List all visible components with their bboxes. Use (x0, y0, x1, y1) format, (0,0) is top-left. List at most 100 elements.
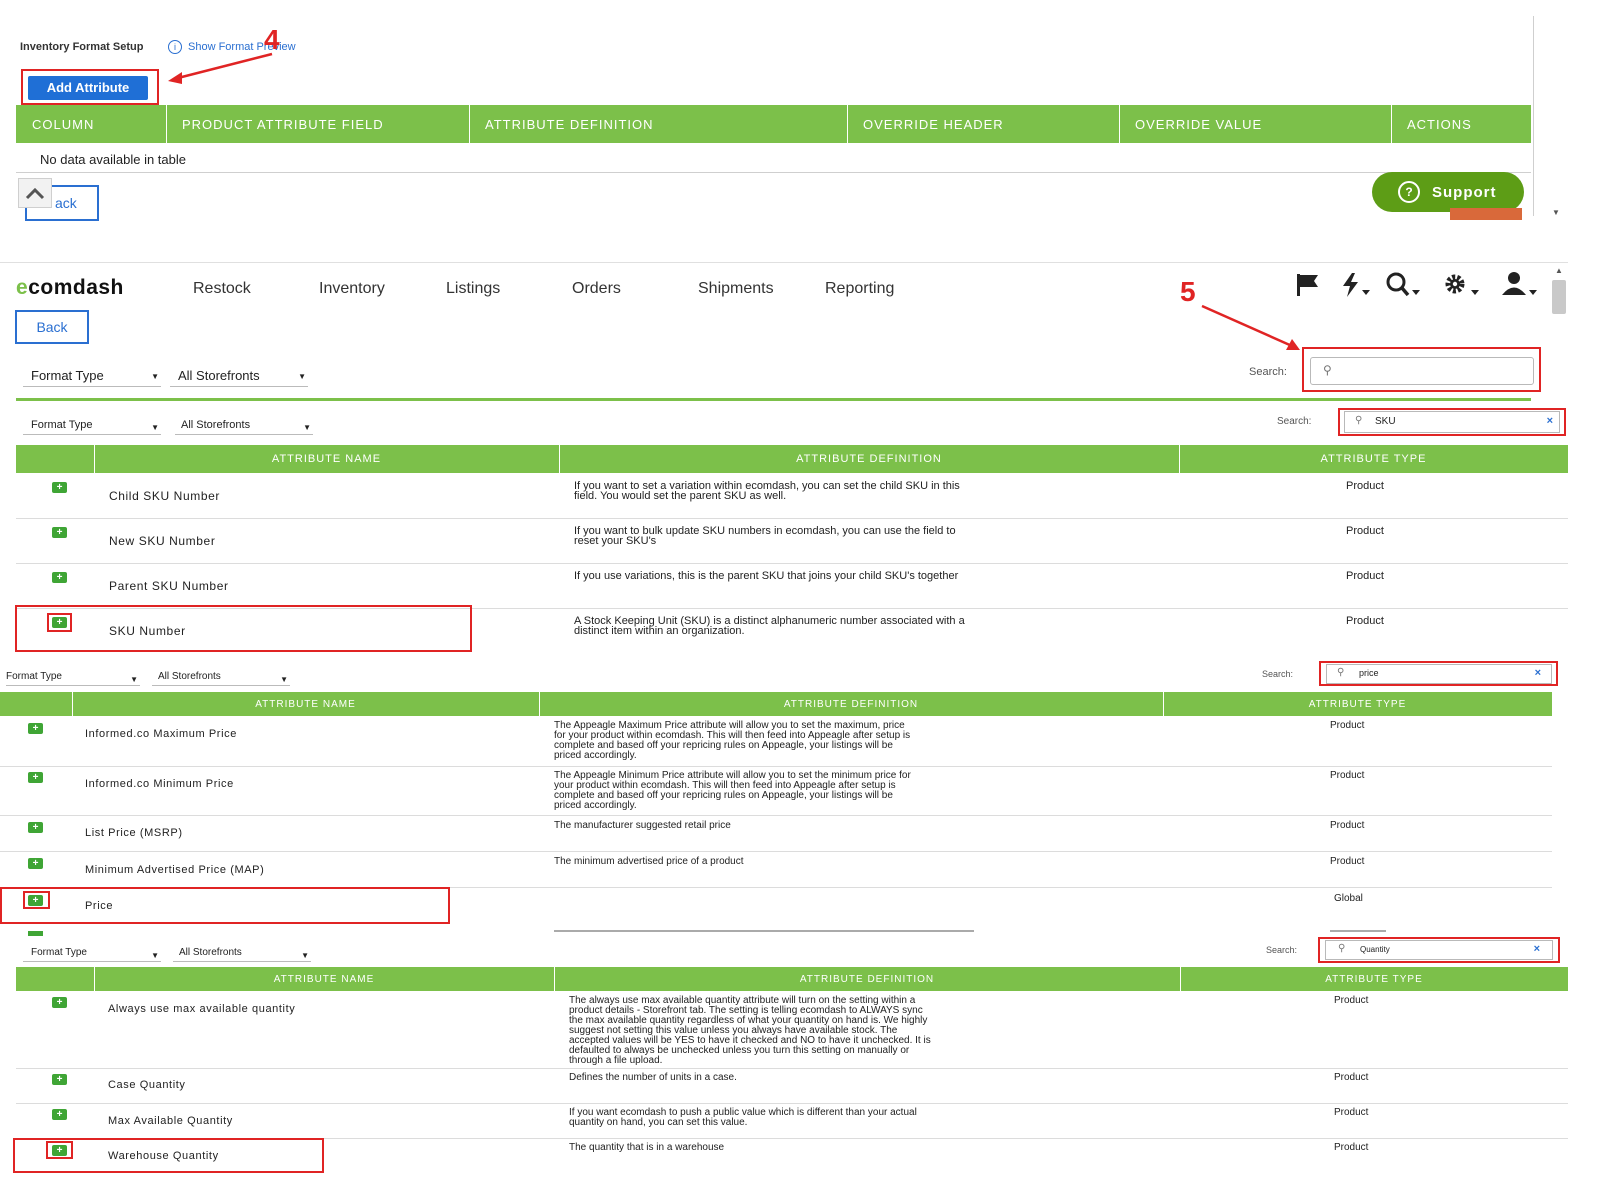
attribute-type: Product (1330, 770, 1365, 781)
top-right-border (1533, 16, 1534, 216)
price-format-type-select[interactable]: Format Type ▼ (6, 671, 140, 686)
attribute-type: Global (1334, 893, 1363, 904)
attribute-name: Informed.co Minimum Price (85, 778, 234, 790)
attribute-name: Max Available Quantity (108, 1115, 233, 1127)
price-header-plus-col (0, 692, 73, 716)
top-breadcrumb: Inventory Format Setup (20, 41, 144, 53)
logo-rest: comdash (28, 276, 124, 299)
top-table-bottom-line (16, 172, 1531, 173)
attribute-name: Minimum Advertised Price (MAP) (85, 864, 265, 876)
qty-header-name: ATTRIBUTE NAME (94, 967, 555, 991)
attribute-name: New SKU Number (109, 534, 216, 548)
nav-listings[interactable]: Listings (446, 280, 500, 298)
app-back-button[interactable]: Back (15, 310, 89, 344)
qty-format-type-select[interactable]: Format Type ▼ (23, 947, 161, 962)
qty-header-type: ATTRIBUTE TYPE (1325, 973, 1423, 985)
nav-reporting[interactable]: Reporting (825, 280, 894, 298)
plus-icon[interactable]: + (28, 772, 43, 783)
user-icon[interactable] (1500, 270, 1538, 298)
attribute-type: Product (1334, 1107, 1369, 1118)
attribute-definition: The minimum advertised price of a produc… (554, 856, 744, 867)
annotation-5-arrow (1201, 304, 1300, 350)
plus-icon[interactable]: + (52, 997, 67, 1008)
sku-number-highlight (15, 605, 472, 652)
main-search-label: Search: (1249, 366, 1287, 378)
section-divider (0, 262, 1568, 263)
attribute-type: Product (1334, 1142, 1369, 1153)
sku-header-plus-col (16, 445, 95, 473)
annotation-4-arrow (168, 52, 273, 84)
nav-shipments[interactable]: Shipments (698, 280, 774, 298)
nav-orders[interactable]: Orders (572, 280, 621, 298)
attribute-type: Product (1330, 820, 1365, 831)
scroll-arrow[interactable]: ▼ (1552, 208, 1560, 217)
attribute-type: Product (1330, 856, 1365, 867)
sku-storefront-select[interactable]: All Storefronts ▼ (175, 419, 313, 435)
warehouse-quantity-highlight (13, 1138, 324, 1173)
plus-icon[interactable]: + (52, 1109, 67, 1120)
attribute-name: Child SKU Number (109, 489, 220, 503)
plus-icon[interactable]: + (28, 822, 43, 833)
search-icon[interactable] (1385, 272, 1421, 298)
question-circle-icon: ? (1398, 181, 1420, 203)
storefront-select[interactable]: All Storefronts ▼ (170, 368, 308, 387)
row-divider (16, 1068, 1568, 1069)
lightning-icon[interactable] (1338, 272, 1372, 298)
price-search-label: Search: (1262, 669, 1294, 679)
sku-format-type-select[interactable]: Format Type ▼ (23, 419, 161, 435)
plus-icon[interactable]: + (52, 1074, 67, 1085)
row-divider (0, 851, 1552, 852)
add-attribute-highlight (21, 69, 159, 105)
right-scrollbar-thumb[interactable] (1552, 280, 1566, 314)
right-scroll-up[interactable]: ▲ (1555, 266, 1563, 275)
attribute-definition: If you want ecomdash to push a public va… (569, 1107, 917, 1128)
col-header-product-attribute-field: PRODUCT ATTRIBUTE FIELD (166, 105, 470, 143)
row-divider (16, 563, 1568, 564)
qty-header-plus-col (16, 967, 95, 991)
scroll-top-button[interactable] (18, 178, 52, 208)
attribute-type: Product (1346, 570, 1384, 582)
gear-icon[interactable] (1442, 272, 1480, 298)
sku-header-name: ATTRIBUTE NAME (94, 445, 560, 473)
plus-icon[interactable]: + (52, 527, 67, 538)
empty-table-text: No data available in table (40, 152, 186, 167)
flag-icon[interactable] (1294, 272, 1324, 298)
attribute-name: Always use max available quantity (108, 1003, 296, 1015)
attribute-type: Product (1346, 615, 1384, 627)
chevron-up-icon (25, 187, 45, 200)
ecomdash-logo[interactable]: eecomdashcomdash (16, 276, 124, 300)
nav-restock[interactable]: Restock (193, 280, 251, 298)
plus-icon[interactable]: + (28, 858, 43, 869)
support-shadow (1450, 208, 1522, 220)
col-header-actions: ACTIONS (1407, 116, 1472, 132)
plus-icon[interactable]: + (52, 482, 67, 493)
attribute-name: Informed.co Maximum Price (85, 728, 237, 740)
row-divider (16, 518, 1568, 519)
attribute-type: Product (1330, 720, 1365, 731)
price-header-type: ATTRIBUTE TYPE (1308, 698, 1407, 710)
attribute-name: Case Quantity (108, 1079, 186, 1091)
attribute-definition: If you want to bulk update SKU numbers i… (574, 525, 956, 547)
price-header-definition: ATTRIBUTE DEFINITION (539, 692, 1164, 716)
attribute-type: Product (1334, 1072, 1369, 1083)
price-search-highlight (1319, 661, 1558, 686)
col-header-override-header: OVERRIDE HEADER (847, 105, 1120, 143)
price-storefront-select[interactable]: All Storefronts ▼ (152, 671, 290, 686)
support-button[interactable]: ? Support (1372, 172, 1524, 212)
col-header-column: COLUMN (16, 105, 167, 143)
nav-inventory[interactable]: Inventory (319, 280, 385, 298)
plus-icon[interactable]: + (52, 572, 67, 583)
main-search-highlight (1302, 347, 1541, 392)
support-label: Support (1432, 183, 1497, 201)
col-header-override-value: OVERRIDE VALUE (1119, 105, 1392, 143)
price-header-name: ATTRIBUTE NAME (72, 692, 540, 716)
plus-icon[interactable]: + (28, 723, 43, 734)
attribute-definition: The always use max available quantity at… (569, 995, 931, 1066)
sku-header-type: ATTRIBUTE TYPE (1320, 453, 1427, 465)
format-type-select[interactable]: Format Type ▼ (23, 368, 161, 387)
qty-storefront-select[interactable]: All Storefronts ▼ (173, 947, 311, 962)
attribute-type: Product (1346, 480, 1384, 492)
col-header-attribute-definition: ATTRIBUTE DEFINITION (469, 105, 848, 143)
row-divider (0, 766, 1552, 767)
attribute-definition: The Appeagle Minimum Price attribute wil… (554, 770, 911, 811)
